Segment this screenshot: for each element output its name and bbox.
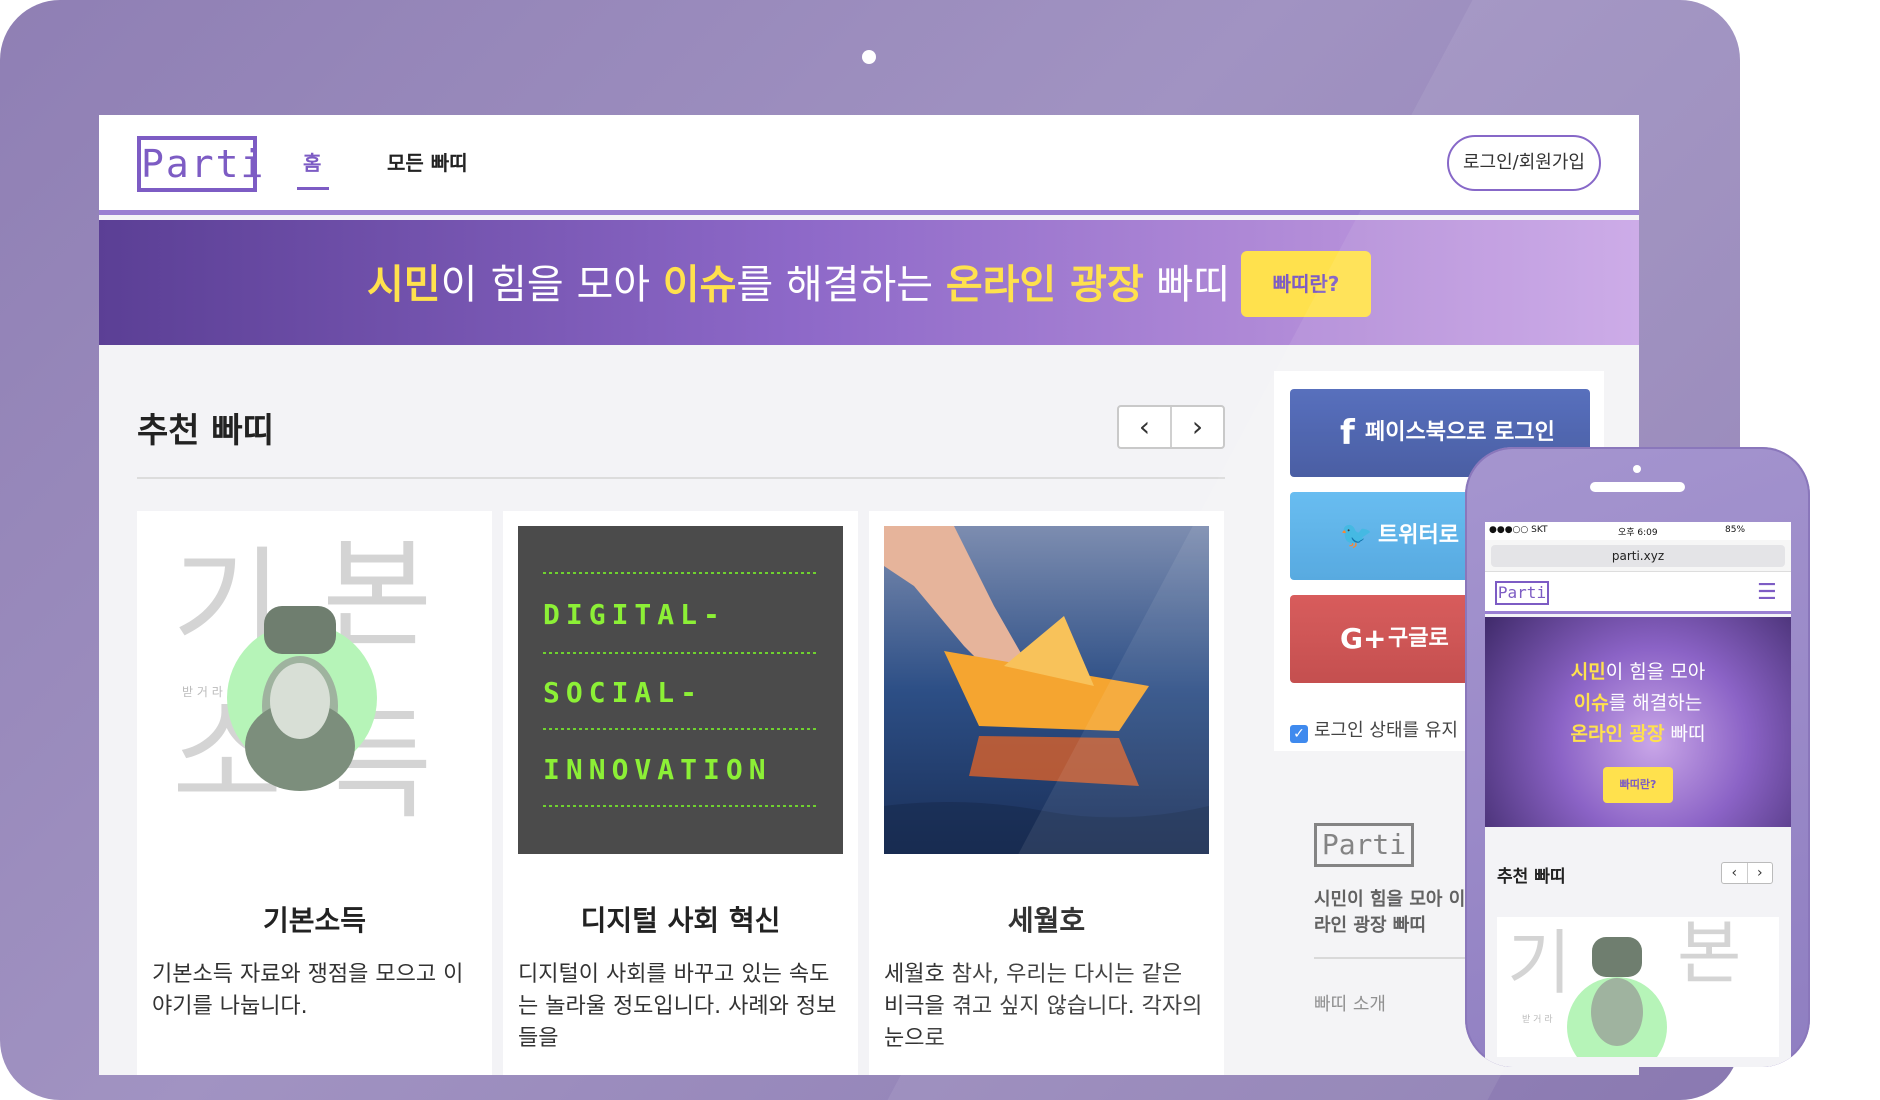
phone-hero-text: 이 힘을 모아 bbox=[1605, 661, 1706, 683]
phone-camera bbox=[1633, 465, 1641, 473]
facebook-icon: f bbox=[1340, 413, 1355, 453]
status-bar: ●●●○○ SKT 오후 6:09 85% bbox=[1485, 522, 1791, 540]
tablet-camera bbox=[862, 50, 876, 64]
tablet-screen: Parti 홈 모든 빠띠 로그인/회원가입 시민이 힘을 모아 이슈를 해결하… bbox=[99, 115, 1639, 1075]
bg-char: 본 bbox=[1677, 917, 1741, 994]
digital-innovation-image: DIGITAL- SOCIAL- INNOVATION bbox=[518, 526, 843, 854]
card-description: 기본소득 자료와 쟁점을 모으고 이야기를 나눕니다. bbox=[152, 962, 464, 1019]
battery-level: 85% bbox=[1725, 525, 1746, 535]
hero-word-plaza: 온라인 광장 bbox=[945, 262, 1144, 308]
url-field[interactable]: parti.xyz bbox=[1491, 545, 1785, 567]
phone-device-frame: ●●●○○ SKT 오후 6:09 85% parti.xyz Parti ☰ … bbox=[1465, 447, 1810, 1067]
chevron-left-icon[interactable]: ‹ bbox=[1722, 863, 1748, 883]
nav-all-parties-link[interactable]: 모든 빠띠 bbox=[387, 147, 468, 176]
card-description: 디지털이 사회를 바꾸고 있는 속도는 놀라울 정도입니다. 사례와 정보들을 bbox=[518, 962, 837, 1051]
hero-slogan: 시민이 힘을 모아 이슈를 해결하는 온라인 광장 빠띠 bbox=[367, 252, 1230, 310]
chevron-right-icon[interactable]: › bbox=[1172, 407, 1223, 447]
checkbox-checked-icon[interactable]: ✓ bbox=[1290, 725, 1308, 743]
google-login-label: 구글로 bbox=[1388, 626, 1449, 651]
parti-logo[interactable]: Parti bbox=[137, 136, 263, 192]
hero-text-part: 이 힘을 모아 bbox=[440, 262, 663, 308]
hero-word-citizen: 시민 bbox=[367, 262, 441, 308]
paper-boat-image bbox=[884, 526, 1209, 854]
keep-logged-in-label: 로그인 상태를 유지 bbox=[1314, 720, 1458, 741]
digital-text: DIGITAL- bbox=[543, 598, 726, 631]
hero-text-part: 빠띠 bbox=[1143, 262, 1231, 308]
phone-screen: ●●●○○ SKT 오후 6:09 85% parti.xyz Parti ☰ … bbox=[1485, 522, 1791, 1067]
facebook-login-label: 페이스북으로 로그인 bbox=[1365, 420, 1555, 445]
phone-carousel-pager: ‹ › bbox=[1721, 862, 1773, 884]
phone-speaker bbox=[1590, 482, 1685, 492]
bg-char: 기 bbox=[1507, 922, 1571, 1004]
phone-navbar: Parti ☰ bbox=[1485, 572, 1791, 614]
small-text: 받 거 라 bbox=[1522, 1014, 1553, 1025]
hero-banner: 시민이 힘을 모아 이슈를 해결하는 온라인 광장 빠띠 빠띠란? bbox=[99, 220, 1639, 345]
carousel-pager: ‹ › bbox=[1117, 405, 1225, 449]
phone-party-card[interactable]: 기 본 받 거 라 bbox=[1497, 917, 1779, 1057]
card-title: 세월호 bbox=[1007, 904, 1086, 937]
party-card-sewol[interactable]: 세월호 세월호 참사, 우리는 다시는 같은 비극을 겪고 싶지 않습니다. 각… bbox=[869, 511, 1224, 1075]
phone-section-title: 추천 빠띠 bbox=[1497, 867, 1566, 887]
what-is-parti-button[interactable]: 빠띠란? bbox=[1241, 251, 1371, 317]
chevron-right-icon[interactable]: › bbox=[1748, 863, 1773, 883]
twitter-login-label: 트위터로 bbox=[1378, 523, 1459, 548]
chevron-left-icon[interactable]: ‹ bbox=[1119, 407, 1172, 447]
phone-hero-text: 빠띠 bbox=[1664, 723, 1706, 745]
social-text: SOCIAL- bbox=[543, 676, 703, 709]
phone-parti-logo[interactable]: Parti bbox=[1495, 581, 1549, 605]
phone-hero-word: 온라인 광장 bbox=[1570, 723, 1665, 745]
phone-hero-word: 이슈 bbox=[1573, 692, 1609, 714]
google-plus-icon: G+ bbox=[1340, 622, 1387, 655]
carrier-signal: ●●●○○ SKT bbox=[1489, 525, 1548, 535]
card-description: 세월호 참사, 우리는 다시는 같은 비극을 겪고 싶지 않습니다. 각자의 눈… bbox=[884, 962, 1203, 1051]
innovation-text: INNOVATION bbox=[543, 753, 772, 786]
card-title: 기본소득 bbox=[262, 904, 367, 937]
nav-home-link[interactable]: 홈 bbox=[296, 147, 330, 190]
top-navbar: Parti 홈 모든 빠띠 로그인/회원가입 bbox=[99, 115, 1639, 215]
footer-logo[interactable]: Parti bbox=[1314, 823, 1414, 867]
section-title: 추천 빠띠 bbox=[137, 411, 274, 451]
phone-hero-banner: 시민이 힘을 모아 이슈를 해결하는 온라인 광장 빠띠 빠띠란? bbox=[1485, 617, 1791, 827]
hero-text-part: 를 해결하는 bbox=[736, 262, 946, 308]
phone-hero-text: 를 해결하는 bbox=[1608, 692, 1703, 714]
keep-logged-in[interactable]: ✓ 로그인 상태를 유지 bbox=[1290, 716, 1458, 743]
twitter-icon: 🐦 bbox=[1340, 521, 1373, 551]
card-title: 디지털 사회 혁신 bbox=[580, 904, 781, 937]
hero-word-issue: 이슈 bbox=[662, 262, 737, 308]
party-card-basic-income[interactable]: 기 본 소 득 받 거 라 기본소득 기본소득 자료와 쟁점을 모으고 이야기를… bbox=[137, 511, 492, 1075]
login-signup-button[interactable]: 로그인/회원가입 bbox=[1447, 135, 1601, 191]
basic-income-image: 기 본 소 득 받 거 라 bbox=[152, 526, 477, 854]
party-card-digital-social-innovation[interactable]: DIGITAL- SOCIAL- INNOVATION 디지털 사회 혁신 디지… bbox=[503, 511, 858, 1075]
phone-hero-slogan: 시민이 힘을 모아 이슈를 해결하는 온라인 광장 빠띠 bbox=[1485, 657, 1791, 750]
browser-url-bar: parti.xyz bbox=[1485, 540, 1791, 572]
footer-about-link[interactable]: 빠띠 소개 bbox=[1314, 990, 1386, 1016]
phone-what-is-parti-button[interactable]: 빠띠란? bbox=[1603, 767, 1673, 803]
small-text: 받 거 라 bbox=[182, 685, 223, 699]
section-divider bbox=[137, 477, 1225, 479]
phone-hero-word: 시민 bbox=[1570, 661, 1606, 683]
status-time: 오후 6:09 bbox=[1618, 528, 1658, 538]
hamburger-menu-icon[interactable]: ☰ bbox=[1757, 580, 1777, 605]
